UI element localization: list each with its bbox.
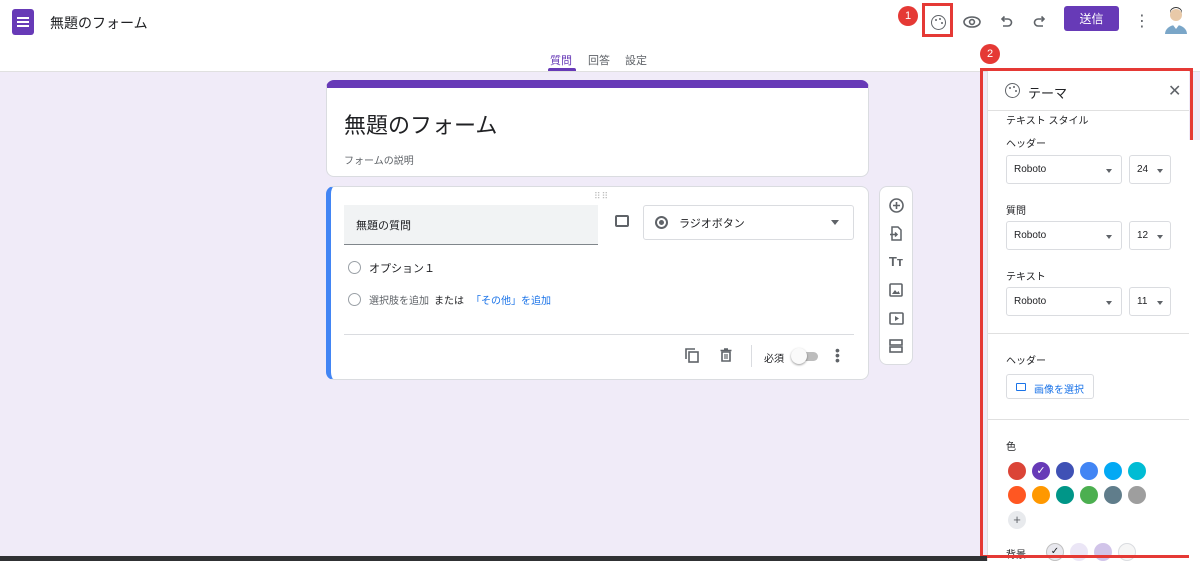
add-option-radio-icon (348, 293, 361, 306)
title-icon: Tт (888, 253, 904, 269)
copy-icon (685, 347, 699, 363)
image-icon[interactable] (615, 215, 629, 227)
section-icon (889, 339, 903, 353)
footer-separator (751, 345, 752, 367)
duplicate-button[interactable] (684, 347, 700, 363)
redo-button[interactable] (1025, 7, 1055, 37)
video-icon (888, 311, 904, 325)
floating-toolbar: Tт (879, 186, 913, 365)
question-type-label: ラジオボタン (679, 218, 745, 230)
add-other-link[interactable]: 「その他」を追加 (471, 292, 551, 307)
forms-logo-icon[interactable] (12, 9, 34, 35)
or-label: または (434, 296, 464, 307)
highlight-box-2 (980, 68, 1193, 558)
eye-icon (963, 16, 981, 28)
question-type-select[interactable]: ラジオボタン (643, 205, 854, 240)
form-title-card: 無題のフォーム フォームの説明 (326, 80, 869, 177)
delete-icon (720, 348, 732, 362)
drag-handle-icon[interactable]: ⠿⠿ (594, 191, 609, 202)
add-image-button[interactable] (888, 282, 904, 298)
form-title-heading[interactable]: 無題のフォーム (344, 108, 497, 140)
form-title[interactable]: 無題のフォーム (50, 13, 148, 33)
import-questions-button[interactable] (888, 225, 904, 241)
add-option-link[interactable]: 選択肢を追加 (369, 292, 429, 307)
top-bar: 無題のフォーム 1 送信 ⋮ (0, 0, 1200, 44)
required-label: 必須 (764, 354, 784, 365)
add-title-button[interactable]: Tт (888, 253, 904, 269)
option-radio-icon (348, 261, 361, 274)
add-section-button[interactable] (888, 338, 904, 354)
question-footer-divider (344, 334, 854, 335)
preview-button[interactable] (957, 7, 987, 37)
palette-button[interactable] (923, 7, 953, 37)
more-options-button[interactable]: ⋮ (1127, 7, 1157, 37)
chevron-down-icon (831, 220, 839, 225)
annotation-marker-1: 1 (898, 6, 918, 26)
add-circle-icon (888, 197, 904, 213)
question-card[interactable]: ⠿⠿ 無題の質問 ラジオボタン オプション１ 選択肢を追加 または 「その他」を… (326, 186, 869, 380)
image-add-icon (889, 283, 903, 297)
undo-button[interactable] (991, 7, 1021, 37)
avatar[interactable] (1163, 6, 1189, 34)
question-title-input[interactable]: 無題の質問 (344, 205, 598, 245)
add-video-button[interactable] (888, 310, 904, 326)
tab-questions[interactable]: 質問 (550, 52, 572, 68)
form-description-field[interactable]: フォームの説明 (344, 152, 414, 167)
radio-button-icon (655, 216, 668, 229)
question-more-icon[interactable]: • • • (835, 343, 840, 367)
delete-button[interactable] (718, 347, 734, 363)
undo-icon (1000, 15, 1013, 27)
annotation-marker-2: 2 (980, 44, 1000, 64)
panel-scrollbar[interactable] (1189, 140, 1200, 561)
option-1-input[interactable]: オプション１ (369, 260, 435, 276)
tab-settings[interactable]: 設定 (625, 52, 647, 68)
add-question-button[interactable] (888, 197, 904, 213)
redo-icon (1033, 15, 1046, 27)
import-icon (890, 225, 902, 241)
send-button[interactable]: 送信 (1064, 6, 1119, 31)
taskbar-strip (0, 556, 987, 561)
more-vert-icon: ⋮ (1134, 13, 1150, 30)
tab-responses[interactable]: 回答 (588, 52, 610, 68)
required-toggle-knob[interactable] (791, 348, 807, 364)
palette-icon (931, 15, 946, 30)
tab-active-indicator (548, 68, 576, 71)
